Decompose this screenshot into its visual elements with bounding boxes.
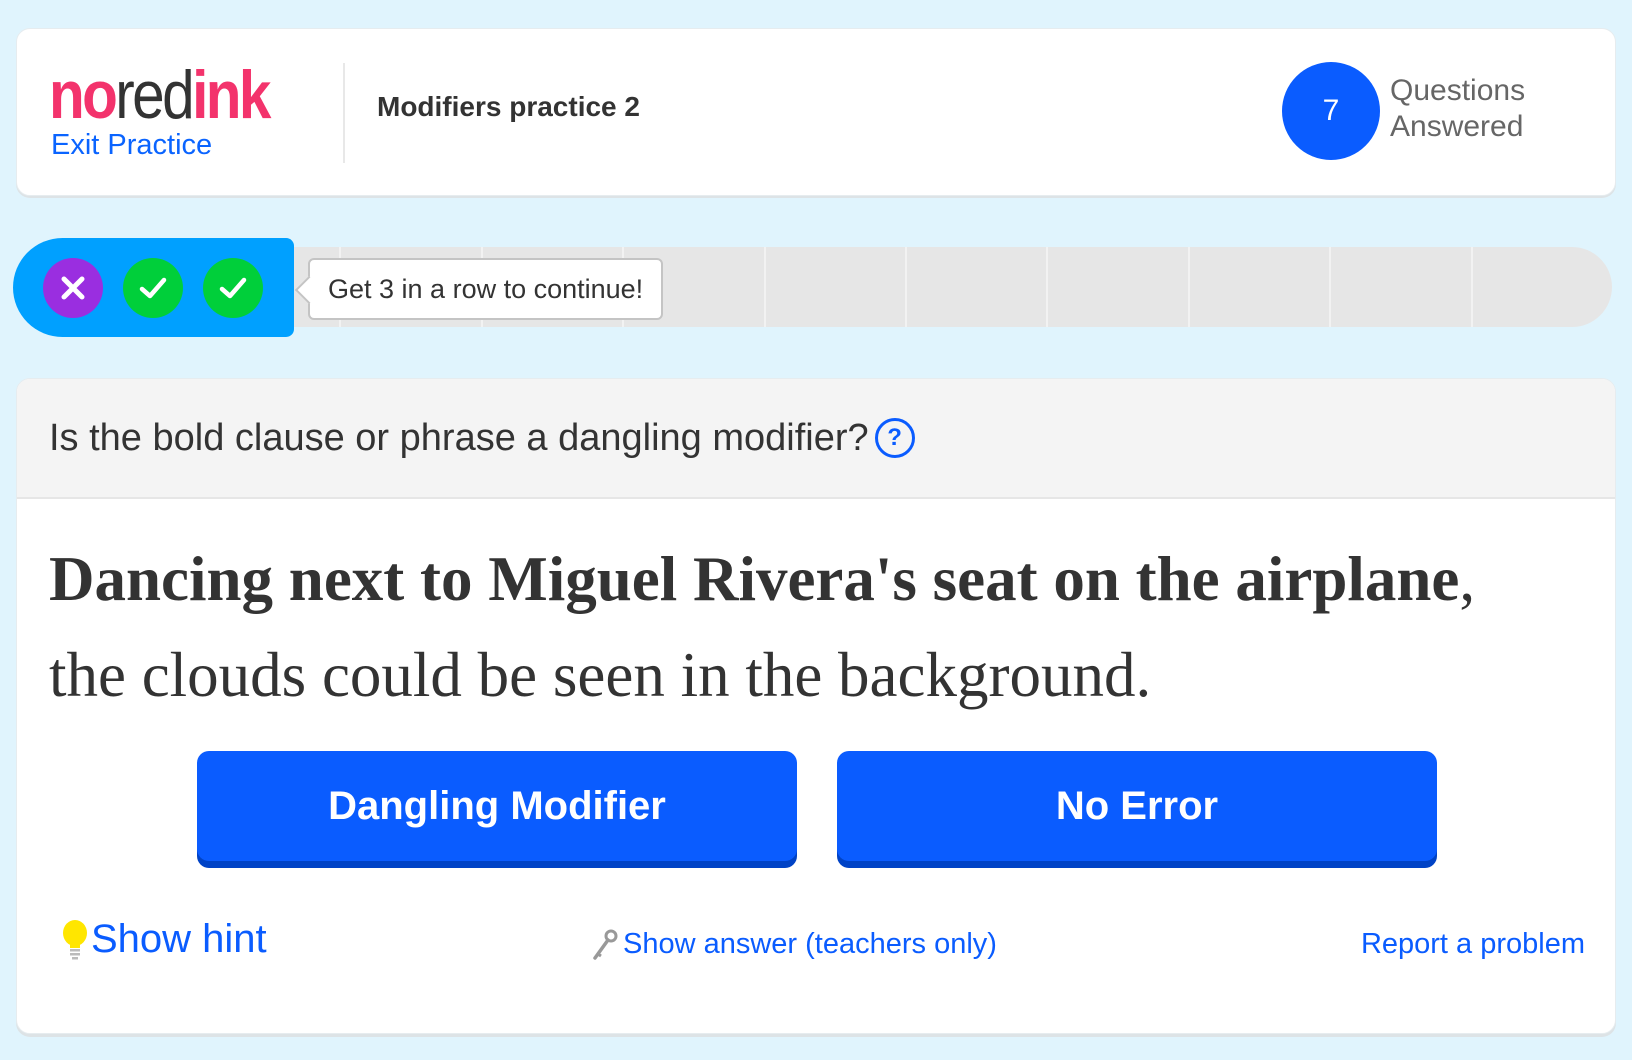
question-prompt-bar: Is the bold clause or phrase a dangling … xyxy=(17,379,1615,499)
progress-segment xyxy=(766,247,908,327)
questions-label-line1: Questions xyxy=(1390,74,1526,107)
streak-tooltip: Get 3 in a row to continue! xyxy=(308,258,664,320)
noredink-logo: noredink xyxy=(49,61,271,129)
lightbulb-icon xyxy=(63,919,87,959)
key-icon xyxy=(593,929,618,960)
progress-segment xyxy=(907,247,1049,327)
progress-segment xyxy=(1048,247,1190,327)
check-icon xyxy=(219,277,247,298)
dangling-modifier-button[interactable]: Dangling Modifier xyxy=(197,751,797,861)
check-icon xyxy=(139,277,167,298)
no-error-button[interactable]: No Error xyxy=(837,751,1437,861)
questions-answered-label: Questions Answered xyxy=(1390,73,1525,145)
header-divider xyxy=(343,63,345,163)
logo-red: red xyxy=(115,57,194,133)
practice-title: Modifiers practice 2 xyxy=(377,91,640,122)
show-hint-label: Show hint xyxy=(91,917,267,961)
question-sentence: Dancing next to Miguel Rivera's seat on … xyxy=(49,531,1549,723)
questions-label-line2: Answered xyxy=(1390,110,1524,143)
streak-wrong xyxy=(43,257,103,318)
streak-correct xyxy=(203,257,263,318)
x-icon xyxy=(61,276,85,299)
progress-segment xyxy=(1331,247,1473,327)
streak-indicator xyxy=(13,238,294,337)
exit-practice-link[interactable]: Exit Practice xyxy=(51,129,212,162)
question-card: Is the bold clause or phrase a dangling … xyxy=(16,378,1616,1034)
questions-answered-count: 7 xyxy=(1282,62,1380,160)
question-prompt: Is the bold clause or phrase a dangling … xyxy=(49,416,869,459)
progress-segment xyxy=(1473,247,1612,327)
sentence-bold-phrase: Dancing next to Miguel Rivera's seat on … xyxy=(49,544,1460,614)
logo-ink: ink xyxy=(192,57,271,133)
show-answer-label: Show answer (teachers only) xyxy=(623,928,997,960)
streak-correct xyxy=(123,257,183,318)
header-card: noredink Exit Practice Modifiers practic… xyxy=(16,28,1616,196)
help-icon[interactable]: ? xyxy=(874,418,915,458)
show-answer-link[interactable]: Show answer (teachers only) xyxy=(591,928,997,961)
logo-no: no xyxy=(49,57,118,133)
progress-segment xyxy=(1190,247,1332,327)
report-problem-link[interactable]: Report a problem xyxy=(1361,928,1585,961)
show-hint-link[interactable]: Show hint xyxy=(61,917,267,962)
